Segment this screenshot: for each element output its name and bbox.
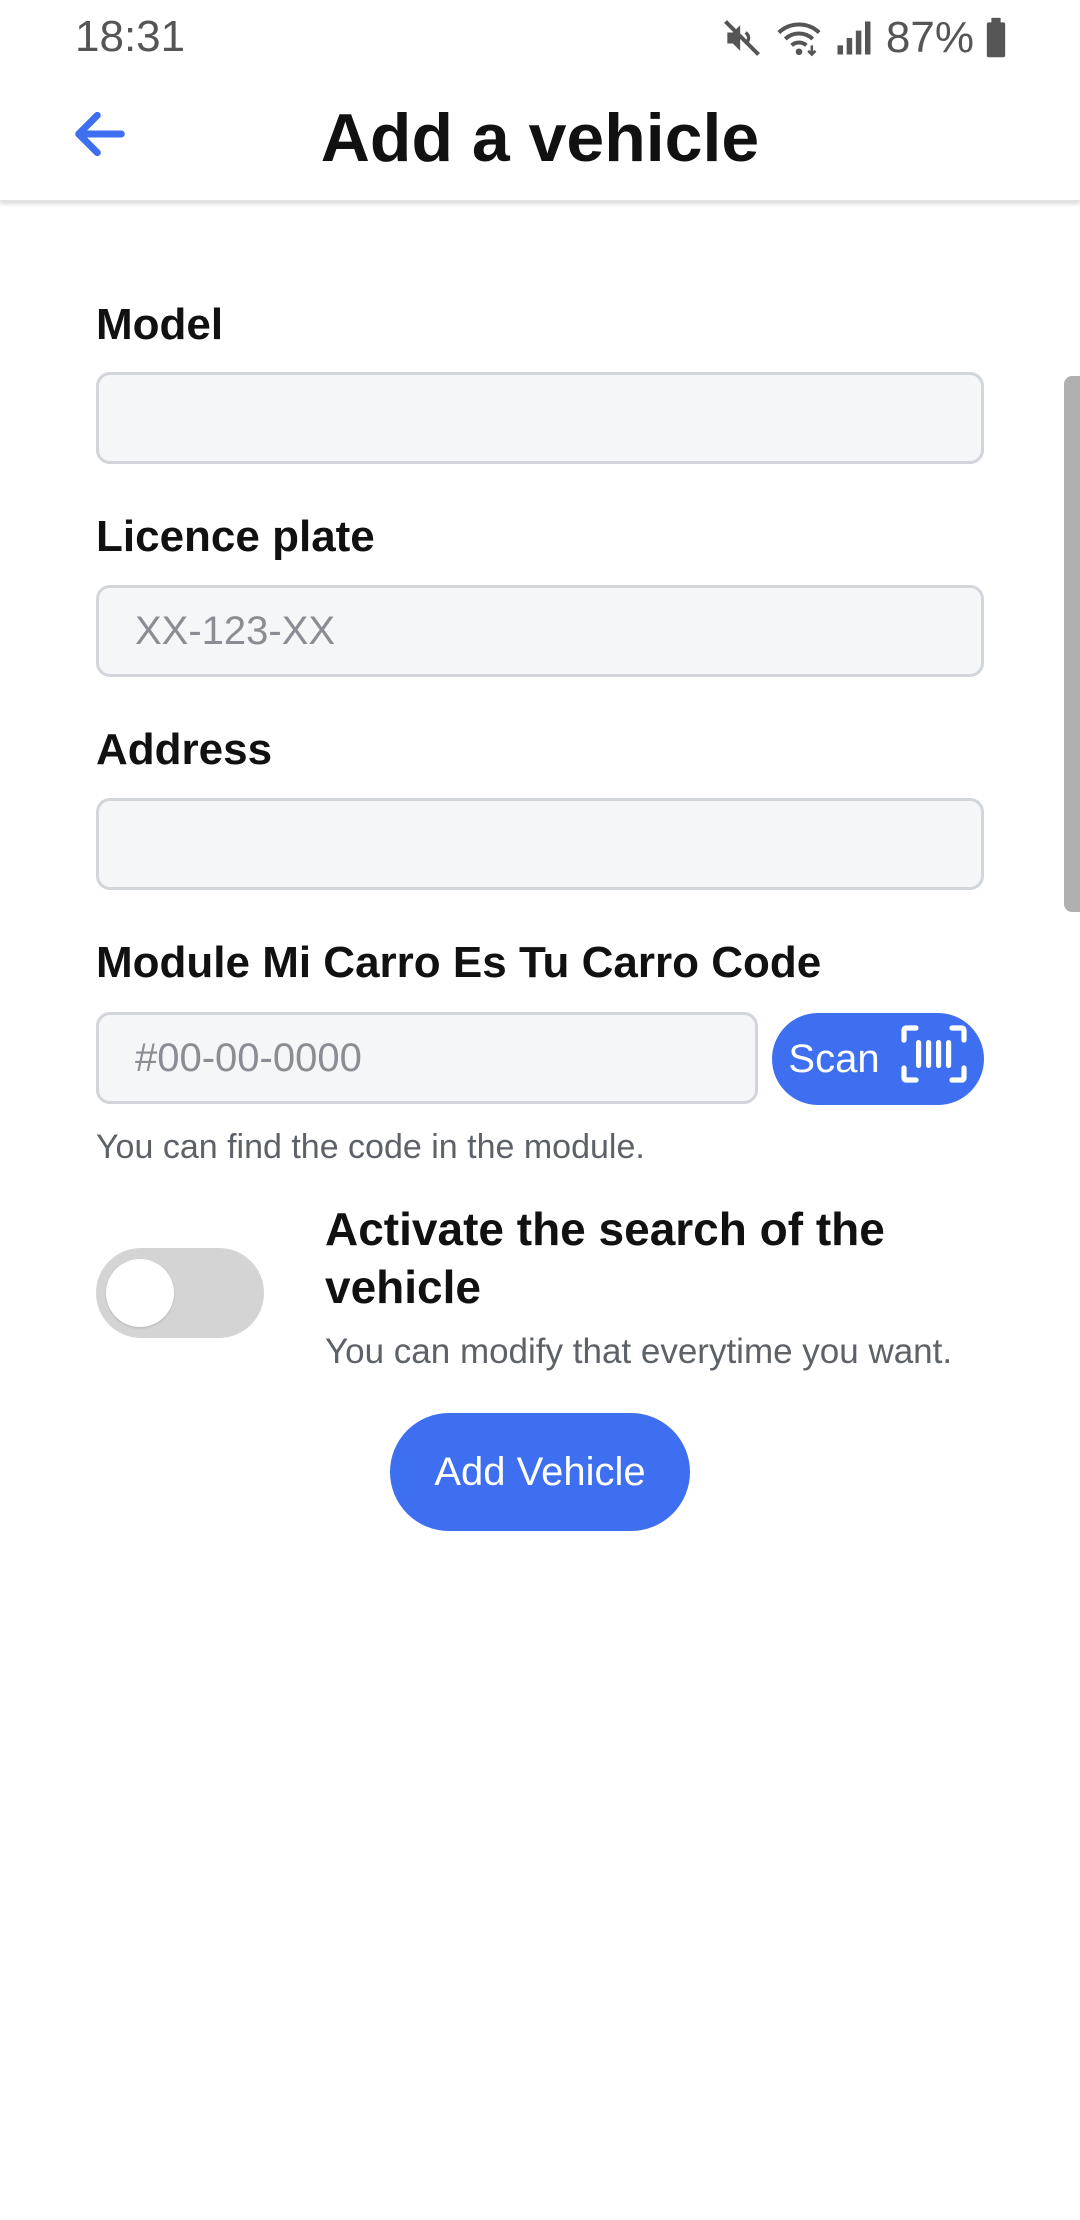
module-code-input[interactable] xyxy=(96,1012,758,1104)
scan-button[interactable]: Scan xyxy=(772,1013,984,1105)
arrow-left-icon xyxy=(68,102,132,171)
address-label: Address xyxy=(96,725,273,774)
battery-percent: 87% xyxy=(885,13,974,62)
model-label: Model xyxy=(96,300,224,349)
mute-icon xyxy=(720,16,764,60)
module-code-helper: You can find the code in the module. xyxy=(96,1128,645,1166)
add-vehicle-button[interactable]: Add Vehicle xyxy=(390,1413,690,1531)
search-toggle-title: Activate the search of the vehicle xyxy=(325,1203,885,1313)
barcode-scan-icon xyxy=(900,1024,968,1094)
licence-plate-input[interactable] xyxy=(96,585,984,677)
status-icons: 87% xyxy=(720,13,1008,62)
app-header: Add a vehicle xyxy=(0,76,1080,201)
search-toggle[interactable] xyxy=(96,1248,264,1338)
wifi-icon xyxy=(774,16,824,60)
licence-plate-label: Licence plate xyxy=(96,512,375,561)
address-input[interactable] xyxy=(96,798,984,890)
model-input[interactable] xyxy=(96,372,984,464)
add-vehicle-screen: 18:31 87% Add a vehicle Model Licence pl… xyxy=(0,0,1080,2220)
scrollbar-thumb[interactable] xyxy=(1064,376,1080,912)
battery-icon xyxy=(984,16,1008,60)
back-button[interactable] xyxy=(58,94,142,178)
status-bar: 18:31 87% xyxy=(0,0,1080,76)
module-code-label: Module Mi Carro Es Tu Carro Code xyxy=(96,938,822,987)
toggle-knob xyxy=(106,1259,174,1327)
search-toggle-subtitle: You can modify that everytime you want. xyxy=(325,1332,953,1371)
scan-button-label: Scan xyxy=(788,1036,880,1081)
page-title: Add a vehicle xyxy=(320,100,760,176)
signal-icon xyxy=(834,16,874,60)
status-time: 18:31 xyxy=(75,12,186,61)
